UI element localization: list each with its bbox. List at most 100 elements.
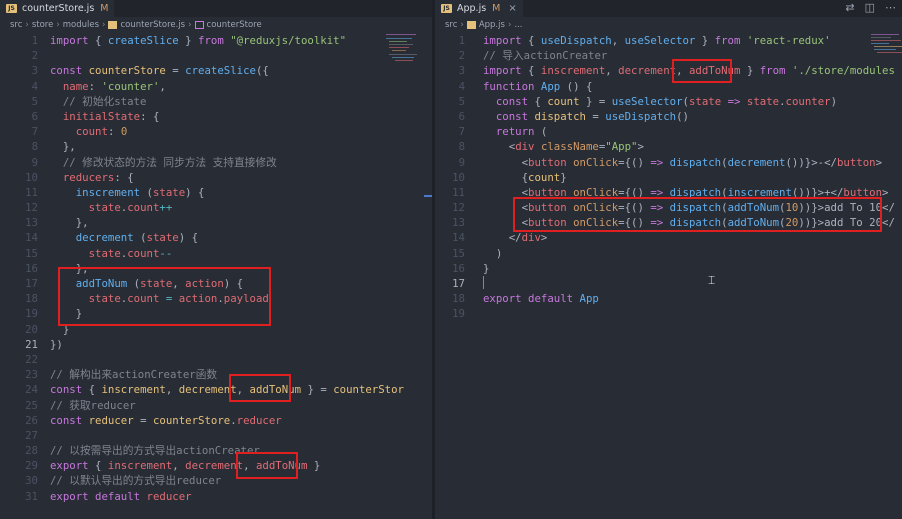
code-line[interactable]: 3 import { inscrement, decrement, addToNu… [435, 63, 902, 78]
split-editor-icon[interactable]: ◫ [865, 1, 875, 14]
breadcrumb: src › App.js › ... [445, 18, 522, 32]
line-number: 10 [452, 170, 465, 184]
code-line[interactable]: 28 // 以按需导出的方式导出actionCreater [0, 443, 432, 458]
code-line[interactable]: 11 inscrement (state) { [0, 185, 432, 200]
code-area[interactable]: 1 import { useDispatch, useSelector } fro… [435, 33, 902, 322]
close-icon[interactable]: × [508, 3, 516, 14]
code-token: "App" [605, 140, 638, 154]
code-line[interactable]: 6 const dispatch = useDispatch() [435, 109, 902, 124]
code-line[interactable]: 21}) [0, 337, 432, 352]
code-token: ) { [185, 185, 205, 199]
code-line[interactable]: 8 }, [0, 139, 432, 154]
code-line[interactable]: 5 // 初始化state [0, 94, 432, 109]
code-token: count [127, 246, 160, 260]
code-line[interactable]: 27 [0, 428, 432, 443]
js-file-icon: JS [6, 4, 17, 13]
code-token: < [483, 155, 529, 169]
code-line[interactable]: 2 [0, 48, 432, 63]
code-line[interactable]: 7 count: 0 [0, 124, 432, 139]
code-line[interactable]: 1 import { useDispatch, useSelector } fro… [435, 33, 902, 48]
chevron-right-icon: › [102, 20, 106, 30]
symbol-variable-icon [194, 21, 204, 29]
code-line[interactable]: 4 name: 'counter', [0, 79, 432, 94]
code-line[interactable]: 31 export default reducer [0, 489, 432, 504]
code-line[interactable]: 22 [0, 352, 432, 367]
code-line[interactable]: 18 export default App [435, 291, 902, 306]
code-line[interactable]: 26 const reducer = counterStore.reducer [0, 413, 432, 428]
code-line[interactable]: 2 // 导入actionCreater [435, 48, 902, 63]
line-number: 12 [452, 201, 465, 215]
code-token: decrement [185, 459, 244, 473]
code-line[interactable]: 23 // 解构出来actionCreater函数 [0, 367, 432, 382]
code-token: count [528, 170, 561, 184]
code-token: import [50, 34, 89, 47]
code-line[interactable]: 29 export { inscrement, decrement, addToN… [0, 458, 432, 473]
code-token: state [88, 201, 121, 215]
code-text: const reducer = counterStore.reducer [50, 413, 282, 428]
code-line[interactable]: 5 const { count } = useSelector(state =>… [435, 94, 902, 109]
code-line[interactable]: 10 reducers: { [0, 170, 432, 185]
code-line[interactable]: 16} [435, 261, 902, 276]
code-line[interactable]: 8 <div className="App"> [435, 139, 902, 154]
code-token: { [528, 94, 548, 108]
code-line[interactable]: 25 // 获取reducer [0, 398, 432, 413]
code-token: useSelector [611, 94, 683, 108]
code-line[interactable]: 7 return ( [435, 124, 902, 139]
breadcrumb-item[interactable]: counterStore [207, 20, 262, 30]
code-line[interactable]: 15 state.count-- [0, 246, 432, 261]
modified-badge: M [492, 3, 501, 14]
code-line[interactable]: 24 const { inscrement, decrement, addToNu… [0, 382, 432, 397]
code-line[interactable]: 13 }, [0, 215, 432, 230]
code-line[interactable]: 14 </div> [435, 230, 902, 245]
breadcrumb-item[interactable]: ... [514, 20, 522, 30]
line-number: 1 [458, 34, 465, 47]
editor-pane-left: JS counterStore.js M src › store › modul… [0, 0, 432, 519]
code-token: // 导入actionCreater [483, 49, 608, 63]
code-line[interactable]: 15 ) [435, 246, 902, 261]
editor-pane-right: JS App.js M × ⇄ ◫ ⋯ src › App.js › ... 1… [435, 0, 902, 519]
code-line[interactable]: 17 [435, 276, 902, 291]
line-number: 2 [458, 49, 465, 63]
code-line[interactable]: 9 // 修改状态的方法 同步方法 支持直接修改 [0, 155, 432, 170]
code-line[interactable]: 6 initialState: { [0, 109, 432, 124]
code-token: div [515, 140, 535, 154]
code-line[interactable]: 3 const counterStore = createSlice({ [0, 63, 432, 78]
code-token: button [836, 155, 876, 169]
code-token: ) { [178, 231, 199, 245]
breadcrumb-item[interactable]: counterStore.js [120, 20, 185, 30]
code-line[interactable]: 1 import { createSlice } from "@reduxjs/t… [0, 33, 432, 48]
code-token: } = [579, 94, 612, 108]
code-text: const { inscrement, decrement, addToNum … [50, 382, 404, 397]
js-file-icon [466, 21, 476, 29]
code-line[interactable]: 19 [435, 306, 902, 321]
code-line[interactable]: 14 decrement (state) { [0, 230, 432, 245]
code-text: state.count-- [50, 246, 173, 261]
compare-changes-icon[interactable]: ⇄ [845, 1, 854, 14]
breadcrumb-item[interactable]: src [10, 20, 22, 30]
breadcrumb-item[interactable]: modules [63, 20, 99, 30]
code-token: decrement [727, 155, 786, 169]
breadcrumb-item[interactable]: src [445, 20, 457, 30]
tab-counterstore[interactable]: JS counterStore.js M [0, 0, 115, 17]
code-token: button [528, 155, 567, 169]
code-line[interactable]: 30 // 以默认导出的方式导出reducer [0, 473, 432, 488]
code-token: = [165, 64, 186, 78]
breadcrumb-item[interactable]: store [32, 20, 54, 30]
line-number: 23 [25, 368, 38, 382]
code-line[interactable]: 12 state.count++ [0, 200, 432, 215]
code-line[interactable]: 4 function App () { [435, 79, 902, 94]
code-token: = [585, 109, 606, 123]
code-token: const [50, 64, 83, 78]
code-token: : { [140, 109, 160, 123]
tab-app[interactable]: JS App.js M × [435, 0, 523, 17]
code-line[interactable]: 10 {count} [435, 170, 902, 185]
code-line[interactable]: 9 <button onClick={() => dispatch(decrem… [435, 155, 902, 170]
code-token: ( [140, 185, 153, 199]
code-token: counterStor [333, 383, 404, 397]
breadcrumb-item[interactable]: App.js [479, 20, 505, 30]
code-token: ( [534, 125, 548, 139]
chevron-right-icon: › [188, 20, 192, 30]
more-actions-icon[interactable]: ⋯ [885, 1, 896, 14]
chevron-right-icon: › [25, 20, 29, 30]
